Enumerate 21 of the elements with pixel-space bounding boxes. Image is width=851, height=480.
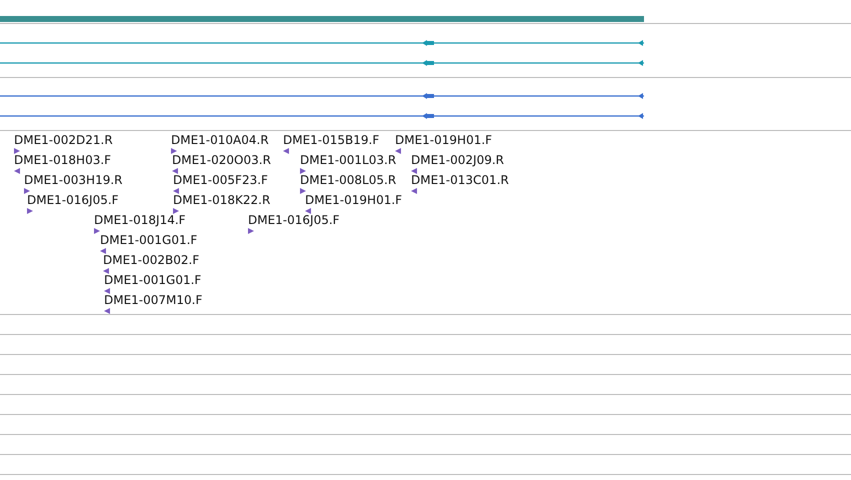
feature-label: DME1-018J14.F xyxy=(94,213,186,227)
feature-label: DME1-019H01.F xyxy=(395,133,492,147)
feature-label: DME1-015B19.F xyxy=(283,133,380,147)
feature-label: DME1-007M10.F xyxy=(104,293,202,307)
feature-label: DME1-002J09.R xyxy=(411,153,504,167)
feature-label: DME1-016J05.F xyxy=(248,213,340,227)
feature-label: DME1-018K22.R xyxy=(173,193,270,207)
feature-label: DME1-001L03.R xyxy=(300,153,396,167)
feature-label: DME1-002B02.F xyxy=(103,253,200,267)
feature-label: DME1-016J05.F xyxy=(27,193,119,207)
feature-label: DME1-005F23.F xyxy=(173,173,268,187)
feature-label: DME1-002D21.R xyxy=(14,133,113,147)
feature-label: DME1-003H19.R xyxy=(24,173,122,187)
feature-label: DME1-020O03.R xyxy=(172,153,271,167)
feature-label: DME1-018H03.F xyxy=(14,153,112,167)
feature-label: DME1-010A04.R xyxy=(171,133,269,147)
feature-label: DME1-019H01.F xyxy=(305,193,402,207)
feature-label: DME1-001G01.F xyxy=(104,273,202,287)
feature-label: DME1-008L05.R xyxy=(300,173,396,187)
feature-label: DME1-001G01.F xyxy=(100,233,198,247)
feature-label: DME1-013C01.R xyxy=(411,173,509,187)
